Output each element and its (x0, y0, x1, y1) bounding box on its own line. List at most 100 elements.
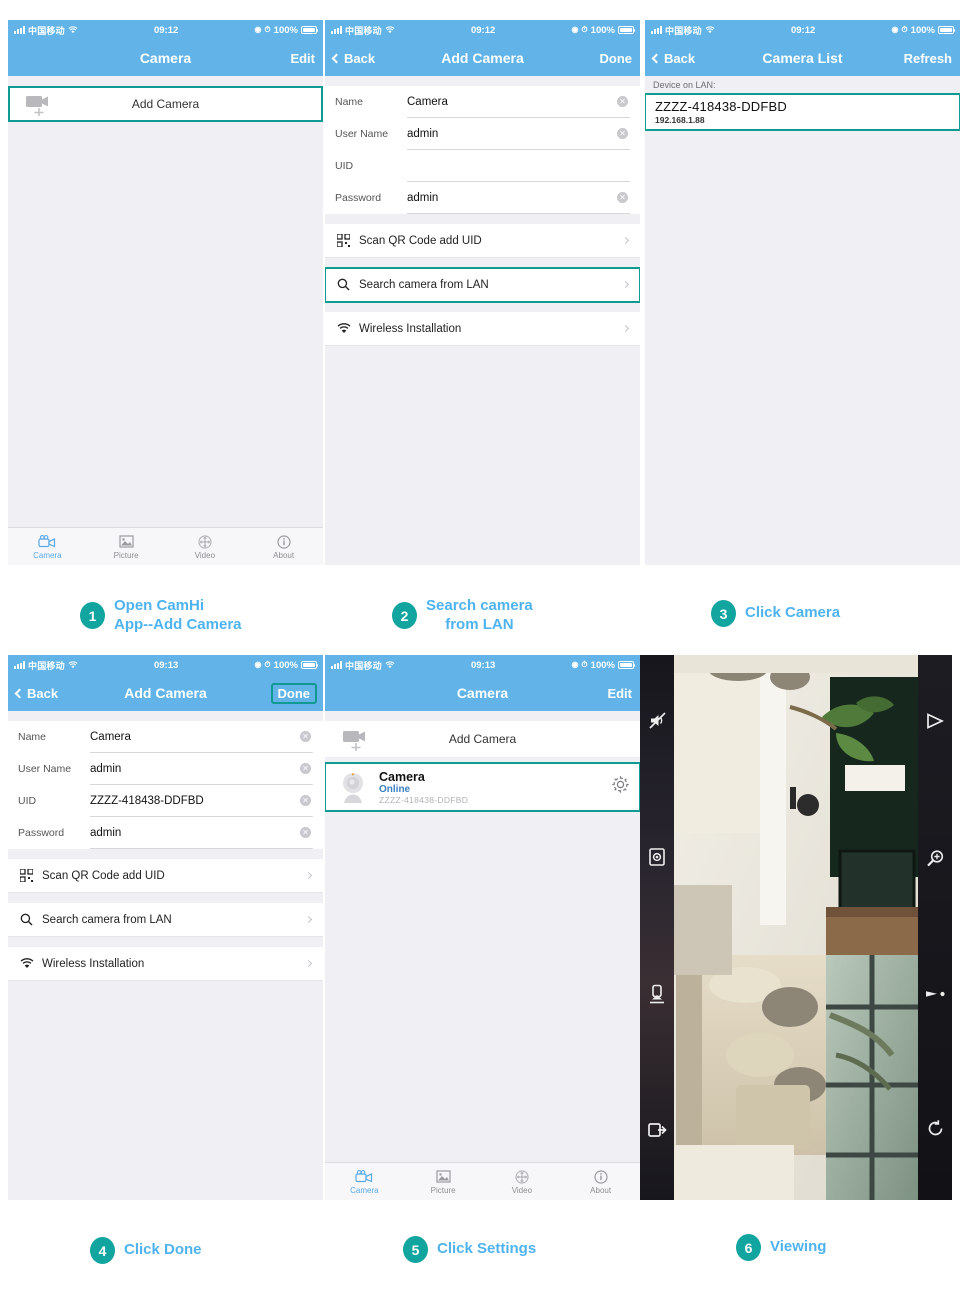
step-4-label: Click Done (124, 1241, 202, 1259)
rotate-icon[interactable] (926, 1119, 945, 1143)
status-bar: 中国移动 09:13 ◉ ⏱ 100% (325, 655, 640, 675)
carrier-label: 中国移动 (28, 25, 65, 36)
info-circle-icon (244, 533, 323, 550)
chevron-right-icon (621, 324, 630, 333)
done-button[interactable]: Done (600, 51, 633, 66)
menu-item-wireless-install[interactable]: Wireless Installation (325, 312, 640, 346)
add-camera-button[interactable]: Add Camera (8, 86, 323, 122)
back-button[interactable]: Back (331, 51, 375, 66)
qr-code-icon (20, 869, 42, 882)
spacer (8, 937, 323, 947)
field-uid[interactable]: UID ZZZZ-418438-DDFBD ✕ (8, 785, 323, 817)
video-stream[interactable] (640, 655, 952, 1200)
gear-icon[interactable] (611, 775, 630, 799)
menu-item-search-lan[interactable]: Search camera from LAN (8, 903, 323, 937)
spacer (325, 302, 640, 312)
field-password-label: Password (18, 827, 65, 839)
info-circle-icon (561, 1168, 640, 1185)
status-badge: Online (379, 783, 411, 795)
menu-item-search-lan[interactable]: Search camera from LAN (325, 267, 640, 303)
step-6-badge: 6 (736, 1234, 761, 1261)
back-button[interactable]: Back (651, 51, 695, 66)
photo-icon (87, 533, 166, 550)
speaker-mute-icon[interactable] (648, 711, 667, 735)
snapshot-icon[interactable] (648, 847, 666, 872)
edit-button[interactable]: Edit (290, 51, 315, 66)
clear-icon[interactable]: ✕ (300, 827, 311, 838)
wifi-icon (385, 661, 395, 669)
spacer (325, 76, 640, 86)
clear-icon[interactable]: ✕ (300, 795, 311, 806)
wifi-icon (385, 26, 395, 34)
field-password[interactable]: Password admin ✕ (325, 182, 640, 214)
menu-item-scan-qr[interactable]: Scan QR Code add UID (8, 859, 323, 893)
location-icon: ◉ (254, 660, 262, 669)
tab-picture[interactable]: Picture (87, 533, 166, 560)
zoom-in-icon[interactable] (926, 849, 945, 873)
battery-icon (617, 26, 636, 34)
menu-item-scan-qr-label: Scan QR Code add UID (42, 869, 165, 882)
carrier-label: 中国移动 (345, 660, 382, 671)
clear-icon[interactable]: ✕ (617, 192, 628, 203)
menu-item-wireless-install[interactable]: Wireless Installation (8, 947, 323, 981)
battery-icon (617, 661, 636, 669)
clear-icon[interactable]: ✕ (617, 128, 628, 139)
tab-about[interactable]: About (244, 533, 323, 560)
step-1-label: Open CamHi App--Add Camera (114, 597, 242, 633)
done-button[interactable]: Done (270, 682, 317, 704)
tab-video[interactable]: Video (166, 533, 245, 560)
field-name[interactable]: Name Camera ✕ (8, 721, 323, 753)
step-2-label: Search camera from LAN (426, 597, 533, 633)
tab-about-label: About (273, 551, 295, 560)
back-button[interactable]: Back (14, 686, 58, 701)
tab-camera-label: Camera (33, 551, 62, 560)
microphone-talk-icon[interactable] (648, 984, 666, 1009)
panel-2-add-camera: 中国移动 09:12 ◉ ⏱ 100% Back Add Camera Done… (325, 20, 640, 565)
wifi-icon (68, 661, 78, 669)
lan-device-item[interactable]: ZZZZ-418438-DDFBD 192.168.1.88 (645, 93, 960, 131)
tab-camera[interactable]: Camera (325, 1168, 404, 1195)
chevron-right-icon (621, 236, 630, 245)
tab-camera[interactable]: Camera (8, 533, 87, 560)
signal-bars-icon (651, 26, 662, 34)
menu-item-scan-qr[interactable]: Scan QR Code add UID (325, 224, 640, 258)
field-password-value: admin (90, 826, 122, 839)
video-camera-icon (8, 533, 87, 550)
tab-video[interactable]: Video (483, 1168, 562, 1195)
tab-video-label: Video (511, 1186, 533, 1195)
step-6-label: Viewing (770, 1238, 827, 1256)
refresh-button[interactable]: Refresh (904, 51, 952, 66)
menu-item-search-lan-label: Search camera from LAN (359, 278, 489, 291)
field-username[interactable]: User Name admin ✕ (8, 753, 323, 785)
field-password[interactable]: Password admin ✕ (8, 817, 323, 849)
signal-bars-icon (14, 26, 25, 34)
nav-bar: Camera Edit (325, 675, 640, 711)
panel-1-camera-list-empty: 中国移动 09:12 ◉ ⏱ 100% Camera Edit Add Came… (8, 20, 323, 565)
edit-button[interactable]: Edit (607, 686, 632, 701)
clock: 09:12 (470, 24, 496, 36)
tab-bar: Camera Picture Video About (325, 1162, 640, 1200)
play-triangle-icon[interactable] (925, 712, 945, 735)
signal-bars-icon (331, 661, 342, 669)
clear-icon[interactable]: ✕ (300, 763, 311, 774)
alarm-icon: ⏱ (264, 25, 271, 34)
photo-icon (404, 1168, 483, 1185)
chevron-left-icon (14, 688, 25, 698)
exit-arrow-icon[interactable] (647, 1121, 667, 1144)
field-name[interactable]: Name Camera ✕ (325, 86, 640, 118)
brightness-slider-icon[interactable] (924, 987, 946, 1005)
camera-list-item[interactable]: Camera Online ZZZZ-418438-DDFBD (325, 762, 640, 812)
page-title: Camera (139, 50, 192, 66)
spacer (325, 214, 640, 224)
field-uid[interactable]: UID (325, 150, 640, 182)
battery-percent: 100% (273, 24, 298, 36)
video-camera-plus-icon (26, 96, 48, 116)
clear-icon[interactable]: ✕ (300, 731, 311, 742)
field-username[interactable]: User Name admin ✕ (325, 118, 640, 150)
menu-item-scan-qr-label: Scan QR Code add UID (359, 234, 482, 247)
clear-icon[interactable]: ✕ (617, 96, 628, 107)
tab-picture[interactable]: Picture (404, 1168, 483, 1195)
tab-camera-label: Camera (350, 1186, 379, 1195)
tab-about[interactable]: About (561, 1168, 640, 1195)
add-camera-button[interactable]: Add Camera (325, 721, 640, 757)
